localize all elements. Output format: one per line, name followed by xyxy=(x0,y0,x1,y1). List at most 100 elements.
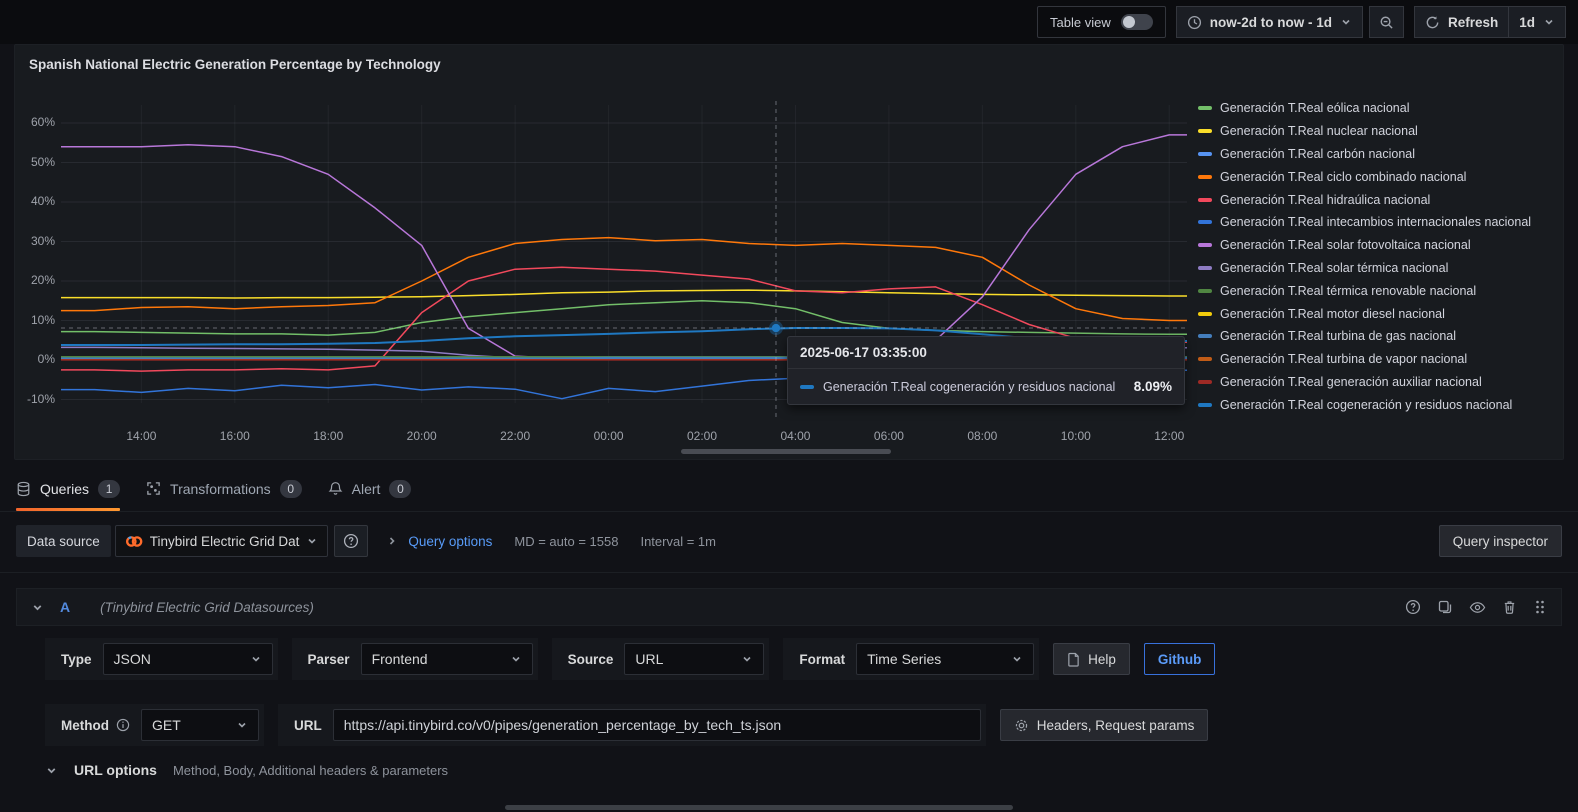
hover-point xyxy=(771,323,781,333)
clock-icon xyxy=(1187,15,1201,29)
query-inspector-button[interactable]: Query inspector xyxy=(1438,525,1562,557)
parser-value: Frontend xyxy=(371,651,428,667)
x-tick-label: 10:00 xyxy=(1060,429,1091,443)
data-source-help-button[interactable] xyxy=(334,525,369,557)
tab-alert[interactable]: Alert 0 xyxy=(328,466,412,511)
legend-item[interactable]: Generación T.Real cogeneración y residuo… xyxy=(1198,393,1558,416)
tooltip-timestamp: 2025-06-17 03:35:00 xyxy=(788,337,1184,369)
legend-item[interactable]: Generación T.Real térmica renovable naci… xyxy=(1198,279,1558,302)
query-editor-row-2: Method GET URL https://api.tinybird.co/v… xyxy=(45,704,1209,746)
collapse-chevron-icon[interactable] xyxy=(45,764,58,777)
legend-item[interactable]: Generación T.Real turbina de vapor nacio… xyxy=(1198,348,1558,371)
time-range-label: now-2d to now - 1d xyxy=(1209,14,1332,30)
x-tick-label: 02:00 xyxy=(687,429,718,443)
query-row-header[interactable]: A (Tinybird Electric Grid Datasources) xyxy=(16,588,1562,626)
tab-queries[interactable]: Queries 1 xyxy=(16,466,121,511)
legend-swatch xyxy=(1198,402,1212,407)
legend-item[interactable]: Generación T.Real solar térmica nacional xyxy=(1198,257,1558,280)
query-help-icon[interactable] xyxy=(1405,599,1421,615)
refresh-label: Refresh xyxy=(1447,14,1499,30)
legend-item[interactable]: Generación T.Real turbina de gas naciona… xyxy=(1198,325,1558,348)
refresh-interval-dropdown[interactable]: 1d xyxy=(1508,6,1566,38)
query-options-link[interactable]: Query options xyxy=(408,534,492,549)
legend-item[interactable]: Generación T.Real carbón nacional xyxy=(1198,143,1558,166)
info-circle-icon[interactable] xyxy=(116,718,130,732)
github-button[interactable]: Github xyxy=(1143,643,1216,675)
database-icon xyxy=(17,481,30,496)
x-tick-label: 16:00 xyxy=(219,429,250,443)
url-input[interactable]: https://api.tinybird.co/v0/pipes/generat… xyxy=(332,709,981,741)
url-options-label[interactable]: URL options xyxy=(74,762,157,778)
chart-tooltip: 2025-06-17 03:35:00 Generación T.Real co… xyxy=(787,336,1185,405)
format-field: Format Time Series xyxy=(783,638,1040,680)
query-toolbar: Data source Tinybird Electric Grid Dat Q… xyxy=(16,524,1562,558)
duplicate-query-icon[interactable] xyxy=(1437,599,1453,615)
data-source-label: Data source xyxy=(16,525,111,557)
zoom-out-button[interactable] xyxy=(1368,6,1404,38)
legend-item[interactable]: Generación T.Real solar fotovoltaica nac… xyxy=(1198,234,1558,257)
query-ref-id: A xyxy=(60,599,71,615)
panel-scrollbar-thumb[interactable] xyxy=(681,449,891,454)
collapse-chevron-icon[interactable] xyxy=(31,601,44,614)
type-field: Type JSON xyxy=(45,638,278,680)
method-label-text: Method xyxy=(61,717,109,733)
drag-handle-icon[interactable] xyxy=(1533,599,1547,615)
legend-item[interactable]: Generación T.Real generación auxiliar na… xyxy=(1198,371,1558,394)
legend-item[interactable]: Generación T.Real nuclear nacional xyxy=(1198,120,1558,143)
chevron-right-icon[interactable] xyxy=(386,535,398,547)
table-view-toggle-group[interactable]: Table view xyxy=(1037,6,1166,38)
x-tick-label: 04:00 xyxy=(780,429,811,443)
type-select[interactable]: JSON xyxy=(102,643,273,675)
url-options-section[interactable]: URL options Method, Body, Additional hea… xyxy=(45,762,448,778)
series-line[interactable] xyxy=(61,300,1187,336)
source-select[interactable]: URL xyxy=(624,643,765,675)
method-select[interactable]: GET xyxy=(141,709,259,741)
legend-item[interactable]: Generación T.Real motor diesel nacional xyxy=(1198,302,1558,325)
legend-swatch xyxy=(1198,174,1212,179)
legend-item[interactable]: Generación T.Real hidraúlica nacional xyxy=(1198,188,1558,211)
panel-title[interactable]: Spanish National Electric Generation Per… xyxy=(29,57,441,72)
headers-request-params-button[interactable]: Headers, Request params xyxy=(999,709,1209,741)
editor-tabs: Queries 1 Transformations 0 Alert 0 xyxy=(0,466,1578,512)
series-line[interactable] xyxy=(61,134,1187,360)
refresh-icon xyxy=(1426,15,1439,28)
help-button-label: Help xyxy=(1088,651,1116,667)
legend-swatch xyxy=(1198,334,1212,339)
data-source-value: Tinybird Electric Grid Dat xyxy=(149,533,300,549)
refresh-button[interactable]: Refresh xyxy=(1413,6,1509,38)
series-line[interactable] xyxy=(61,236,1187,322)
y-tick-label: 10% xyxy=(30,312,55,327)
legend-label: Generación T.Real intecambios internacio… xyxy=(1220,215,1532,230)
source-field: Source URL xyxy=(551,638,770,680)
bell-icon xyxy=(328,482,343,495)
timeseries-panel: Spanish National Electric Generation Per… xyxy=(14,44,1564,460)
section-divider xyxy=(0,572,1578,573)
tab-transformations-count: 0 xyxy=(279,479,302,498)
tab-transformations[interactable]: Transformations 0 xyxy=(146,466,302,511)
y-tick-label: -10% xyxy=(26,391,55,406)
table-view-switch[interactable] xyxy=(1120,14,1153,30)
legend-item[interactable]: Generación T.Real ciclo combinado nacion… xyxy=(1198,165,1558,188)
legend-label: Generación T.Real carbón nacional xyxy=(1220,146,1416,161)
time-range-picker[interactable]: now-2d to now - 1d xyxy=(1175,6,1363,38)
legend-label: Generación T.Real nuclear nacional xyxy=(1220,124,1418,139)
format-select[interactable]: Time Series xyxy=(856,643,1035,675)
tab-queries-count: 1 xyxy=(98,479,121,498)
series-line[interactable] xyxy=(61,289,1187,299)
data-source-picker[interactable]: Tinybird Electric Grid Dat xyxy=(114,525,329,557)
legend-item[interactable]: Generación T.Real intecambios internacio… xyxy=(1198,211,1558,234)
url-options-hint: Method, Body, Additional headers & param… xyxy=(172,762,449,778)
method-field: Method GET xyxy=(45,704,264,746)
help-button[interactable]: Help xyxy=(1053,643,1130,675)
chevron-down-icon xyxy=(1342,19,1350,25)
toggle-knob xyxy=(1122,16,1135,28)
x-axis: 14:00 16:00 18:00 20:00 22:00 00:00 02:00 04:00… xyxy=(61,429,1187,445)
format-label: Format xyxy=(799,651,846,667)
hide-response-eye-icon[interactable] xyxy=(1469,600,1486,615)
chevron-down-icon xyxy=(251,656,260,662)
delete-query-trash-icon[interactable] xyxy=(1502,599,1517,615)
legend-item[interactable]: Generación T.Real eólica nacional xyxy=(1198,97,1558,120)
parser-select[interactable]: Frontend xyxy=(360,643,533,675)
horizontal-scrollbar-thumb[interactable] xyxy=(505,805,1013,810)
legend-label: Generación T.Real motor diesel nacional xyxy=(1220,306,1445,321)
